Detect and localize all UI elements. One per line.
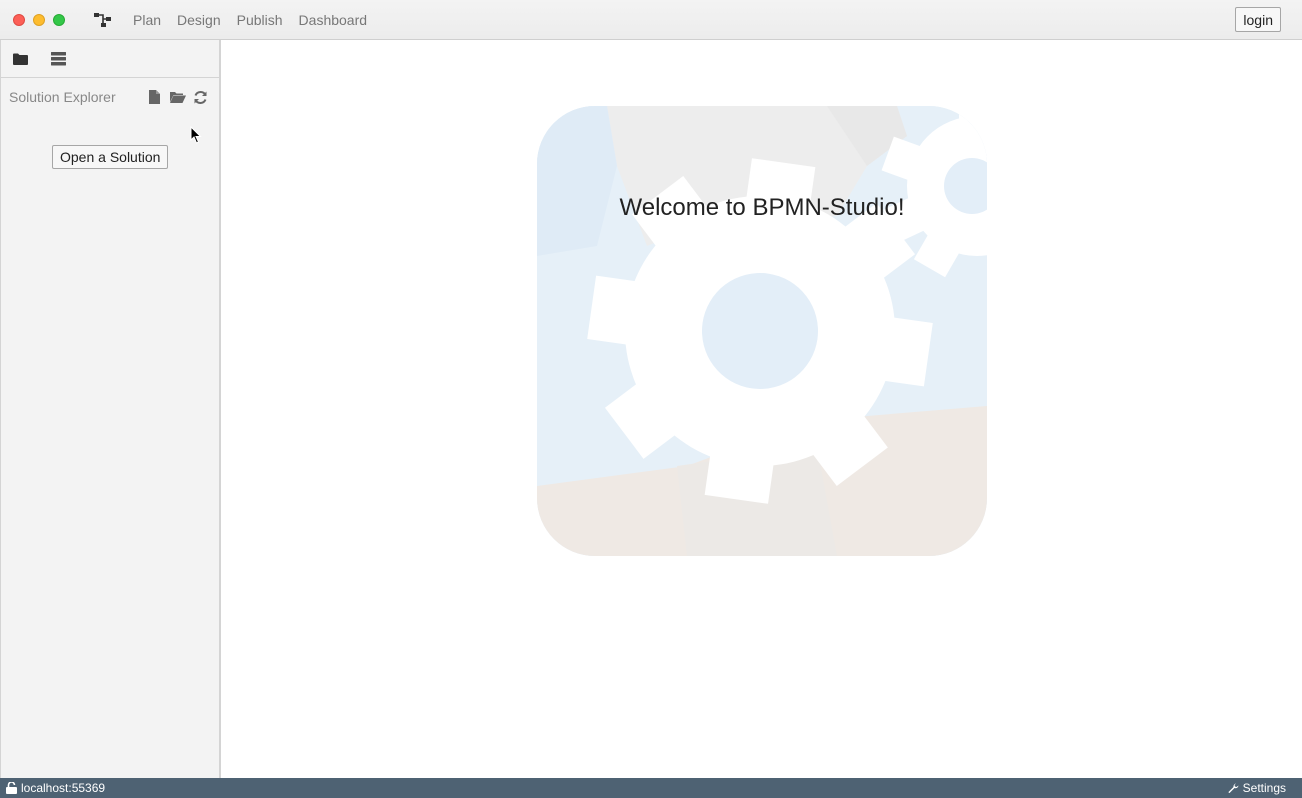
wrench-icon bbox=[1228, 783, 1239, 793]
main-content: Welcome to BPMN-Studio! bbox=[221, 40, 1302, 778]
explorer-actions bbox=[146, 89, 209, 105]
solution-explorer-header: Solution Explorer bbox=[1, 78, 219, 116]
folder-open-icon[interactable] bbox=[169, 89, 186, 105]
window-controls bbox=[13, 13, 65, 26]
settings-link[interactable]: Settings bbox=[1228, 781, 1286, 795]
server-status[interactable]: localhost:55369 bbox=[6, 781, 105, 795]
folder-icon[interactable] bbox=[12, 52, 28, 66]
nav-design[interactable]: Design bbox=[169, 0, 229, 40]
login-button[interactable]: login bbox=[1235, 7, 1281, 32]
server-address: localhost:55369 bbox=[21, 781, 106, 795]
sidebar: Solution Explorer Open a Solution bbox=[0, 40, 221, 778]
title-bar: Plan Design Publish Dashboard login bbox=[0, 0, 1302, 40]
welcome-gear-illustration bbox=[537, 106, 987, 556]
unlock-icon bbox=[6, 782, 17, 794]
gear-icon bbox=[537, 106, 987, 556]
status-bar: localhost:55369 Settings bbox=[0, 778, 1302, 798]
close-window-button[interactable] bbox=[13, 13, 25, 26]
open-solution-button[interactable]: Open a Solution bbox=[52, 145, 169, 169]
list-icon[interactable] bbox=[50, 51, 66, 66]
maximize-window-button[interactable] bbox=[53, 13, 65, 26]
nav-publish[interactable]: Publish bbox=[229, 0, 291, 40]
nav-plan[interactable]: Plan bbox=[125, 0, 169, 40]
solution-explorer-title: Solution Explorer bbox=[9, 89, 116, 105]
refresh-icon[interactable] bbox=[192, 89, 209, 105]
minimize-window-button[interactable] bbox=[33, 13, 45, 26]
settings-label: Settings bbox=[1242, 781, 1286, 795]
main-nav: Plan Design Publish Dashboard bbox=[125, 0, 375, 40]
file-icon[interactable] bbox=[146, 89, 163, 105]
nav-dashboard[interactable]: Dashboard bbox=[291, 0, 376, 40]
sidebar-tabs bbox=[1, 40, 219, 78]
app-logo-icon[interactable] bbox=[93, 12, 113, 28]
mouse-cursor-icon bbox=[190, 126, 202, 144]
welcome-heading: Welcome to BPMN-Studio! bbox=[619, 194, 905, 221]
